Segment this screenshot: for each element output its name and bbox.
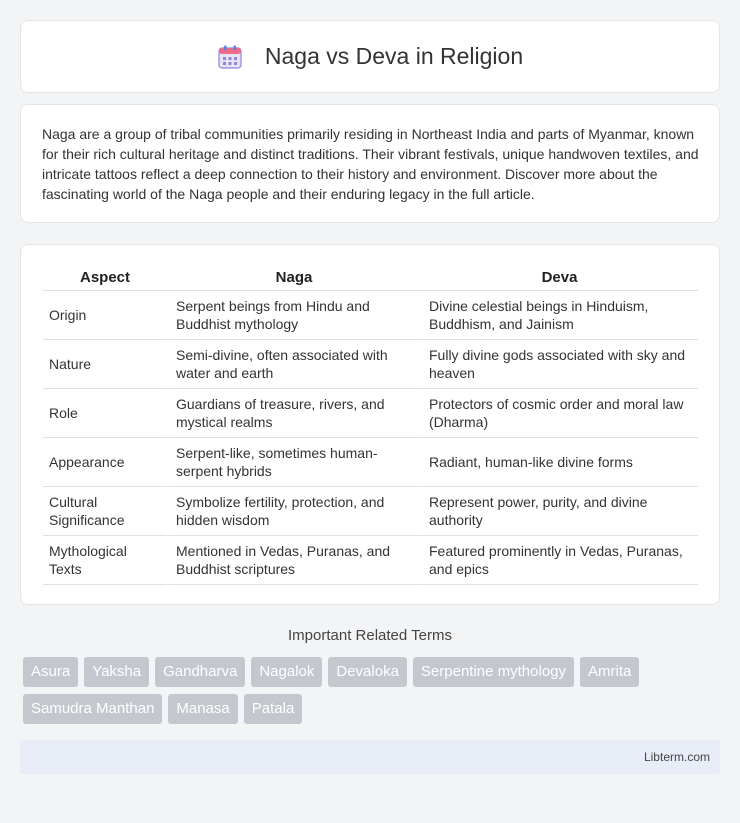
header-deva: Deva bbox=[421, 264, 698, 291]
header-card: Naga vs Deva in Religion bbox=[20, 20, 720, 93]
comparison-card: Aspect Naga Deva Origin Serpent beings f… bbox=[20, 244, 720, 605]
intro-text: Naga are a group of tribal communities p… bbox=[42, 126, 699, 202]
cell-aspect: Nature bbox=[43, 340, 167, 389]
comparison-table: Aspect Naga Deva Origin Serpent beings f… bbox=[43, 264, 698, 585]
cell-naga: Semi-divine, often associated with water… bbox=[167, 340, 421, 389]
cell-naga: Symbolize fertility, protection, and hid… bbox=[167, 487, 421, 536]
related-terms-list: Asura Yaksha Gandharva Nagalok Devaloka … bbox=[23, 657, 703, 731]
cell-deva: Protectors of cosmic order and moral law… bbox=[421, 389, 698, 438]
footer-site-link[interactable]: Libterm.com bbox=[644, 750, 710, 764]
cell-naga: Serpent-like, sometimes human-serpent hy… bbox=[167, 438, 421, 487]
cell-deva: Radiant, human-like divine forms bbox=[421, 438, 698, 487]
table-row: Nature Semi-divine, often associated wit… bbox=[43, 340, 698, 389]
term-tag[interactable]: Serpentine mythology bbox=[412, 657, 575, 687]
term-tag[interactable]: Nagalok bbox=[251, 657, 323, 687]
term-tag[interactable]: Asura bbox=[23, 657, 79, 687]
related-terms-title: Important Related Terms bbox=[288, 627, 452, 644]
table-row: Appearance Serpent-like, sometimes human… bbox=[43, 438, 698, 487]
cell-naga: Serpent beings from Hindu and Buddhist m… bbox=[167, 291, 421, 340]
table-row: Role Guardians of treasure, rivers, and … bbox=[43, 389, 698, 438]
term-tag[interactable]: Gandharva bbox=[155, 657, 246, 687]
cell-naga: Mentioned in Vedas, Puranas, and Buddhis… bbox=[167, 536, 421, 585]
header-aspect: Aspect bbox=[43, 264, 167, 291]
term-tag[interactable]: Yaksha bbox=[84, 657, 150, 687]
term-tag[interactable]: Amrita bbox=[580, 657, 640, 687]
term-tag[interactable]: Manasa bbox=[168, 694, 238, 724]
header-naga: Naga bbox=[167, 264, 421, 291]
cell-naga: Guardians of treasure, rivers, and mysti… bbox=[167, 389, 421, 438]
term-tag[interactable]: Patala bbox=[243, 694, 303, 724]
cell-deva: Featured prominently in Vedas, Puranas, … bbox=[421, 536, 698, 585]
table-row: Origin Serpent beings from Hindu and Bud… bbox=[43, 291, 698, 340]
cell-aspect: Role bbox=[43, 389, 167, 438]
cell-deva: Represent power, purity, and divine auth… bbox=[421, 487, 698, 536]
cell-aspect: Cultural Significance bbox=[43, 487, 167, 536]
cell-aspect: Appearance bbox=[43, 438, 167, 487]
intro-card: Naga are a group of tribal communities p… bbox=[20, 104, 720, 223]
table-row: Mythological Texts Mentioned in Vedas, P… bbox=[43, 536, 698, 585]
cell-deva: Divine celestial beings in Hinduism, Bud… bbox=[421, 291, 698, 340]
table-row: Cultural Significance Symbolize fertilit… bbox=[43, 487, 698, 536]
table-header-row: Aspect Naga Deva bbox=[43, 264, 698, 291]
term-tag[interactable]: Samudra Manthan bbox=[23, 694, 163, 724]
calendar-icon bbox=[218, 45, 242, 69]
cell-deva: Fully divine gods associated with sky an… bbox=[421, 340, 698, 389]
page-title: Naga vs Deva in Religion bbox=[264, 43, 524, 69]
term-tag[interactable]: Devaloka bbox=[328, 657, 407, 687]
cell-aspect: Origin bbox=[43, 291, 167, 340]
footer: Libterm.com bbox=[20, 740, 720, 774]
cell-aspect: Mythological Texts bbox=[43, 536, 167, 585]
